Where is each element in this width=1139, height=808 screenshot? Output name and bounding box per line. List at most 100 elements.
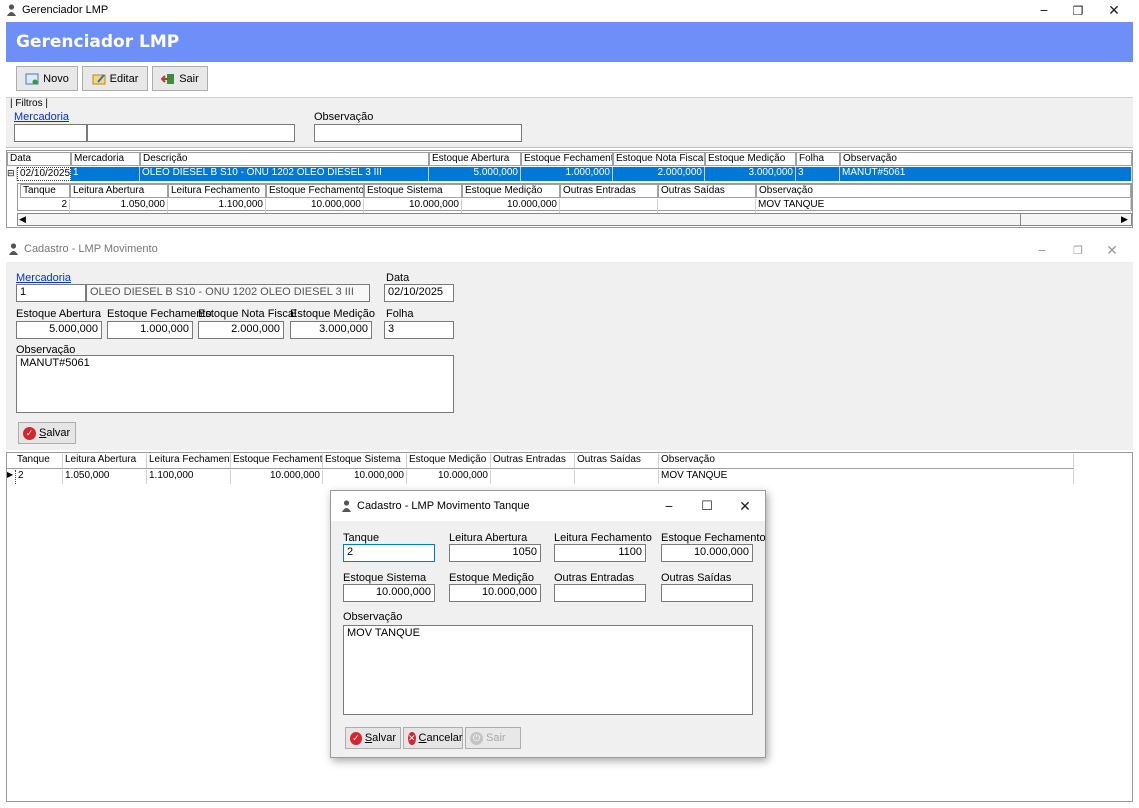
movimento-close-icon[interactable]: ✕ <box>1102 242 1122 259</box>
movimento-estoque-medicao-input[interactable]: 3.000,000 <box>290 321 372 339</box>
outras-entradas-input[interactable] <box>554 584 646 602</box>
mov-cell-observacao[interactable]: MOV TANQUE <box>659 470 1074 484</box>
detail-cell-estoque-medicao[interactable]: 10.000,000 <box>462 199 560 213</box>
col-header-observacao[interactable]: Observação <box>840 152 1132 166</box>
detail-row[interactable]: 2 1.050,000 1.100,000 10.000,000 10.000,… <box>20 199 1131 213</box>
mercadoria-desc-filter-input[interactable] <box>87 124 295 142</box>
detail-cell-observacao[interactable]: MOV TANQUE <box>756 199 1131 213</box>
horizontal-scrollbar[interactable]: ◀ ▶ <box>17 213 1132 226</box>
detail-col-leitura-abertura[interactable]: Leitura Abertura <box>70 184 168 198</box>
detail-col-leitura-fechamento[interactable]: Leitura Fechamento <box>168 184 266 198</box>
movimento-estoque-abertura-input[interactable]: 5.000,000 <box>16 321 102 339</box>
detail-cell-estoque-sistema[interactable]: 10.000,000 <box>364 199 462 213</box>
tanque-dialog-close-icon[interactable]: ✕ <box>735 498 755 515</box>
edit-icon <box>92 73 106 84</box>
movimento-estoque-fechamento-input[interactable]: 1.000,000 <box>107 321 193 339</box>
movimento-mercadoria-code-input[interactable]: 1 <box>16 284 86 302</box>
col-header-mercadoria[interactable]: Mercadoria <box>71 152 140 166</box>
col-header-estoque-fechamento[interactable]: Estoque Fechamento <box>521 152 613 166</box>
mov-cell-tanque[interactable]: 2 <box>15 470 63 484</box>
mov-col-leitura-abertura[interactable]: Leitura Abertura <box>63 454 147 468</box>
tanque-salvar-button[interactable]: ✓ Salvar <box>345 727 401 749</box>
col-header-descricao[interactable]: Descrição <box>140 152 429 166</box>
leitura-abertura-input[interactable]: 1050 <box>449 544 541 562</box>
detail-cell-leitura-fechamento[interactable]: 1.100,000 <box>168 199 266 213</box>
cell-mercadoria[interactable]: 1 <box>71 167 140 181</box>
cell-estoque-nota-fiscal[interactable]: 2.000,000 <box>613 167 705 181</box>
col-header-data[interactable]: Data <box>7 152 71 166</box>
sair-button[interactable]: Sair <box>152 66 208 91</box>
detail-cell-tanque[interactable]: 2 <box>20 199 70 213</box>
close-icon[interactable]: ✕ <box>1104 2 1124 19</box>
mov-cell-outras-entradas[interactable] <box>491 470 575 484</box>
mov-col-outras-entradas[interactable]: Outras Entradas <box>491 454 575 468</box>
detail-col-observacao[interactable]: Observação <box>756 184 1131 198</box>
mov-col-leitura-fechamento[interactable]: Leitura Fechamento <box>147 454 231 468</box>
col-header-estoque-abertura[interactable]: Estoque Abertura <box>429 152 521 166</box>
restore-icon[interactable]: ❐ <box>1068 4 1088 18</box>
novo-button[interactable]: Novo <box>16 66 78 91</box>
observacao-textarea[interactable]: MOV TANQUE <box>343 625 753 715</box>
estoque-sistema-input[interactable]: 10.000,000 <box>343 584 435 602</box>
col-header-estoque-medicao[interactable]: Estoque Medição <box>705 152 796 166</box>
mov-col-estoque-medicao[interactable]: Estoque Medição <box>407 454 491 468</box>
movimento-minimize-icon[interactable]: − <box>1032 242 1052 258</box>
detail-col-estoque-medicao[interactable]: Estoque Medição <box>462 184 560 198</box>
cell-data[interactable]: 02/10/2025 <box>17 167 71 181</box>
col-header-estoque-nota-fiscal[interactable]: Estoque Nota Fiscal <box>613 152 705 166</box>
mov-col-tanque[interactable]: Tanque <box>15 454 63 468</box>
tanque-cancelar-button[interactable]: ✕ Cancelar <box>403 727 463 749</box>
table-row[interactable]: ▶ 2 1.050,000 1.100,000 10.000,000 10.00… <box>7 470 1074 484</box>
movimento-salvar-button[interactable]: ✓ Salvar <box>18 422 76 444</box>
mov-cell-outras-saidas[interactable] <box>575 470 659 484</box>
scroll-left-icon[interactable]: ◀ <box>19 214 26 225</box>
cell-observacao[interactable]: MANUT#5061 <box>840 167 1132 181</box>
tanque-dialog-maximize-icon[interactable]: ☐ <box>697 498 717 514</box>
mercadoria-filter-link[interactable]: Mercadoria <box>14 111 69 123</box>
detail-cell-leitura-abertura[interactable]: 1.050,000 <box>70 199 168 213</box>
cell-estoque-fechamento[interactable]: 1.000,000 <box>521 167 613 181</box>
scroll-right-icon[interactable]: ▶ <box>1121 214 1128 225</box>
mov-col-observacao[interactable]: Observação <box>659 454 1074 468</box>
cell-estoque-abertura[interactable]: 5.000,000 <box>429 167 521 181</box>
movimento-observacao-textarea[interactable]: MANUT#5061 <box>16 355 454 413</box>
estoque-medicao-input[interactable]: 10.000,000 <box>449 584 541 602</box>
movimento-restore-icon[interactable]: ❐ <box>1068 244 1088 257</box>
mov-col-estoque-fechamento[interactable]: Estoque Fechamento <box>231 454 323 468</box>
detail-col-tanque[interactable]: Tanque <box>20 184 70 198</box>
tanque-input[interactable]: 2 <box>343 544 435 562</box>
minimize-icon[interactable]: − <box>1034 2 1054 18</box>
row-indicator-icon: ▶ <box>7 470 14 479</box>
movimento-data-input[interactable]: 02/10/2025 <box>384 284 454 302</box>
detail-col-outras-entradas[interactable]: Outras Entradas <box>560 184 658 198</box>
editar-button[interactable]: Editar <box>82 66 148 91</box>
table-row[interactable]: ⊟ 02/10/2025 1 OLEO DIESEL B S10 - ONU 1… <box>7 167 1132 181</box>
mov-col-outras-saidas[interactable]: Outras Saídas <box>575 454 659 468</box>
cell-estoque-medicao[interactable]: 3.000,000 <box>705 167 796 181</box>
movimento-estoque-nota-fiscal-input[interactable]: 2.000,000 <box>198 321 284 339</box>
movimento-mercadoria-link[interactable]: Mercadoria <box>16 272 71 284</box>
movimento-folha-input[interactable]: 3 <box>384 321 454 339</box>
cell-descricao[interactable]: OLEO DIESEL B S10 - ONU 1202 OLEO DIESEL… <box>140 167 429 181</box>
mov-cell-leitura-abertura[interactable]: 1.050,000 <box>63 470 147 484</box>
col-header-folha[interactable]: Folha <box>796 152 840 166</box>
outras-saidas-input[interactable] <box>661 584 753 602</box>
mov-cell-leitura-fechamento[interactable]: 1.100,000 <box>147 470 231 484</box>
tanque-dialog-minimize-icon[interactable]: − <box>659 498 679 514</box>
expand-row-icon[interactable]: ⊟ <box>7 167 17 181</box>
mov-cell-estoque-fechamento[interactable]: 10.000,000 <box>231 470 323 484</box>
leitura-fechamento-input[interactable]: 1100 <box>554 544 646 562</box>
detail-cell-outras-entradas[interactable] <box>560 199 658 213</box>
mov-cell-estoque-medicao[interactable]: 10.000,000 <box>407 470 491 484</box>
detail-cell-estoque-fechamento[interactable]: 10.000,000 <box>266 199 364 213</box>
detail-col-estoque-fechamento[interactable]: Estoque Fechamento <box>266 184 364 198</box>
observacao-filter-input[interactable] <box>314 124 522 142</box>
mercadoria-code-filter-input[interactable] <box>14 124 87 142</box>
mov-cell-estoque-sistema[interactable]: 10.000,000 <box>323 470 407 484</box>
detail-cell-outras-saidas[interactable] <box>658 199 756 213</box>
detail-col-estoque-sistema[interactable]: Estoque Sistema <box>364 184 462 198</box>
detail-col-outras-saidas[interactable]: Outras Saídas <box>658 184 756 198</box>
mov-col-estoque-sistema[interactable]: Estoque Sistema <box>323 454 407 468</box>
cell-folha[interactable]: 3 <box>796 167 840 181</box>
estoque-fechamento-input[interactable]: 10.000,000 <box>661 544 753 562</box>
